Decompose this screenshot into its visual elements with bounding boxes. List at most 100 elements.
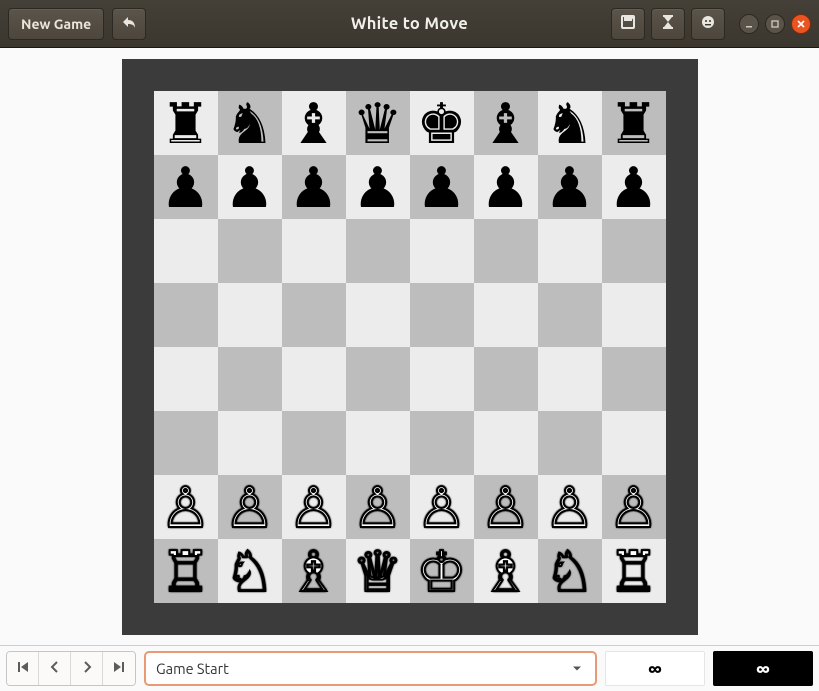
timer-button[interactable] bbox=[651, 8, 685, 40]
square[interactable]: ♙ bbox=[410, 475, 474, 539]
chess-board[interactable]: ♜♞♝♛♚♝♞♜♟♟♟♟♟♟♟♟♙♙♙♙♙♙♙♙♖♘♗♕♔♗♘♖ bbox=[154, 91, 666, 603]
piece-wb[interactable]: ♗ bbox=[480, 543, 530, 599]
square[interactable]: ♙ bbox=[218, 475, 282, 539]
undo-button[interactable] bbox=[112, 8, 146, 40]
square[interactable]: ♟ bbox=[282, 155, 346, 219]
resign-button[interactable] bbox=[691, 8, 725, 40]
history-last-button[interactable] bbox=[103, 652, 135, 685]
square[interactable] bbox=[154, 219, 218, 283]
piece-wp[interactable]: ♙ bbox=[544, 479, 594, 535]
square[interactable] bbox=[346, 283, 410, 347]
piece-wn[interactable]: ♘ bbox=[224, 543, 274, 599]
square[interactable] bbox=[410, 411, 474, 475]
piece-wk[interactable]: ♔ bbox=[416, 543, 466, 599]
square[interactable] bbox=[218, 347, 282, 411]
square[interactable]: ♙ bbox=[346, 475, 410, 539]
piece-wp[interactable]: ♙ bbox=[480, 479, 530, 535]
square[interactable] bbox=[154, 411, 218, 475]
piece-wp[interactable]: ♙ bbox=[288, 479, 338, 535]
square[interactable] bbox=[410, 283, 474, 347]
square[interactable]: ♛ bbox=[346, 91, 410, 155]
square[interactable]: ♔ bbox=[410, 539, 474, 603]
close-button[interactable] bbox=[791, 14, 811, 34]
piece-bn[interactable]: ♞ bbox=[224, 95, 274, 151]
move-history-combo[interactable]: Game Start bbox=[144, 651, 597, 686]
save-button[interactable] bbox=[611, 8, 645, 40]
piece-bp[interactable]: ♟ bbox=[416, 159, 466, 215]
square[interactable]: ♙ bbox=[474, 475, 538, 539]
square[interactable]: ♗ bbox=[282, 539, 346, 603]
square[interactable]: ♘ bbox=[538, 539, 602, 603]
square[interactable]: ♜ bbox=[602, 91, 666, 155]
square[interactable] bbox=[474, 283, 538, 347]
square[interactable]: ♖ bbox=[154, 539, 218, 603]
square[interactable] bbox=[538, 283, 602, 347]
square[interactable] bbox=[346, 411, 410, 475]
piece-wq[interactable]: ♕ bbox=[352, 543, 402, 599]
piece-br[interactable]: ♜ bbox=[160, 95, 210, 151]
minimize-button[interactable] bbox=[739, 14, 759, 34]
piece-wr[interactable]: ♖ bbox=[608, 543, 658, 599]
square[interactable]: ♟ bbox=[410, 155, 474, 219]
maximize-button[interactable] bbox=[765, 14, 785, 34]
piece-wp[interactable]: ♙ bbox=[608, 479, 658, 535]
square[interactable]: ♖ bbox=[602, 539, 666, 603]
history-prev-button[interactable] bbox=[39, 652, 71, 685]
piece-bq[interactable]: ♛ bbox=[352, 95, 402, 151]
square[interactable]: ♗ bbox=[474, 539, 538, 603]
piece-br[interactable]: ♜ bbox=[608, 95, 658, 151]
piece-bp[interactable]: ♟ bbox=[288, 159, 338, 215]
square[interactable] bbox=[602, 347, 666, 411]
piece-wp[interactable]: ♙ bbox=[352, 479, 402, 535]
square[interactable] bbox=[538, 347, 602, 411]
square[interactable]: ♘ bbox=[218, 539, 282, 603]
piece-bn[interactable]: ♞ bbox=[544, 95, 594, 151]
square[interactable]: ♞ bbox=[538, 91, 602, 155]
square[interactable] bbox=[218, 283, 282, 347]
square[interactable]: ♟ bbox=[346, 155, 410, 219]
square[interactable]: ♚ bbox=[410, 91, 474, 155]
square[interactable]: ♝ bbox=[474, 91, 538, 155]
square[interactable]: ♟ bbox=[474, 155, 538, 219]
square[interactable] bbox=[602, 283, 666, 347]
square[interactable] bbox=[602, 219, 666, 283]
square[interactable]: ♟ bbox=[218, 155, 282, 219]
square[interactable]: ♜ bbox=[154, 91, 218, 155]
square[interactable] bbox=[154, 283, 218, 347]
piece-bp[interactable]: ♟ bbox=[352, 159, 402, 215]
square[interactable]: ♙ bbox=[538, 475, 602, 539]
square[interactable]: ♟ bbox=[154, 155, 218, 219]
square[interactable]: ♝ bbox=[282, 91, 346, 155]
square[interactable] bbox=[282, 347, 346, 411]
piece-wr[interactable]: ♖ bbox=[160, 543, 210, 599]
piece-wp[interactable]: ♙ bbox=[224, 479, 274, 535]
square[interactable] bbox=[474, 219, 538, 283]
square[interactable]: ♙ bbox=[282, 475, 346, 539]
square[interactable] bbox=[538, 411, 602, 475]
piece-wn[interactable]: ♘ bbox=[544, 543, 594, 599]
square[interactable] bbox=[218, 219, 282, 283]
piece-bb[interactable]: ♝ bbox=[288, 95, 338, 151]
square[interactable] bbox=[218, 411, 282, 475]
piece-bp[interactable]: ♟ bbox=[480, 159, 530, 215]
square[interactable] bbox=[474, 411, 538, 475]
piece-wp[interactable]: ♙ bbox=[416, 479, 466, 535]
piece-wb[interactable]: ♗ bbox=[288, 543, 338, 599]
square[interactable] bbox=[282, 411, 346, 475]
square[interactable]: ♟ bbox=[602, 155, 666, 219]
piece-bb[interactable]: ♝ bbox=[480, 95, 530, 151]
square[interactable] bbox=[154, 347, 218, 411]
square[interactable] bbox=[474, 347, 538, 411]
square[interactable]: ♙ bbox=[154, 475, 218, 539]
square[interactable] bbox=[282, 219, 346, 283]
square[interactable] bbox=[410, 219, 474, 283]
square[interactable] bbox=[346, 219, 410, 283]
square[interactable] bbox=[282, 283, 346, 347]
square[interactable] bbox=[410, 347, 474, 411]
square[interactable]: ♞ bbox=[218, 91, 282, 155]
piece-wp[interactable]: ♙ bbox=[160, 479, 210, 535]
square[interactable] bbox=[538, 219, 602, 283]
square[interactable]: ♕ bbox=[346, 539, 410, 603]
square[interactable]: ♟ bbox=[538, 155, 602, 219]
piece-bp[interactable]: ♟ bbox=[160, 159, 210, 215]
